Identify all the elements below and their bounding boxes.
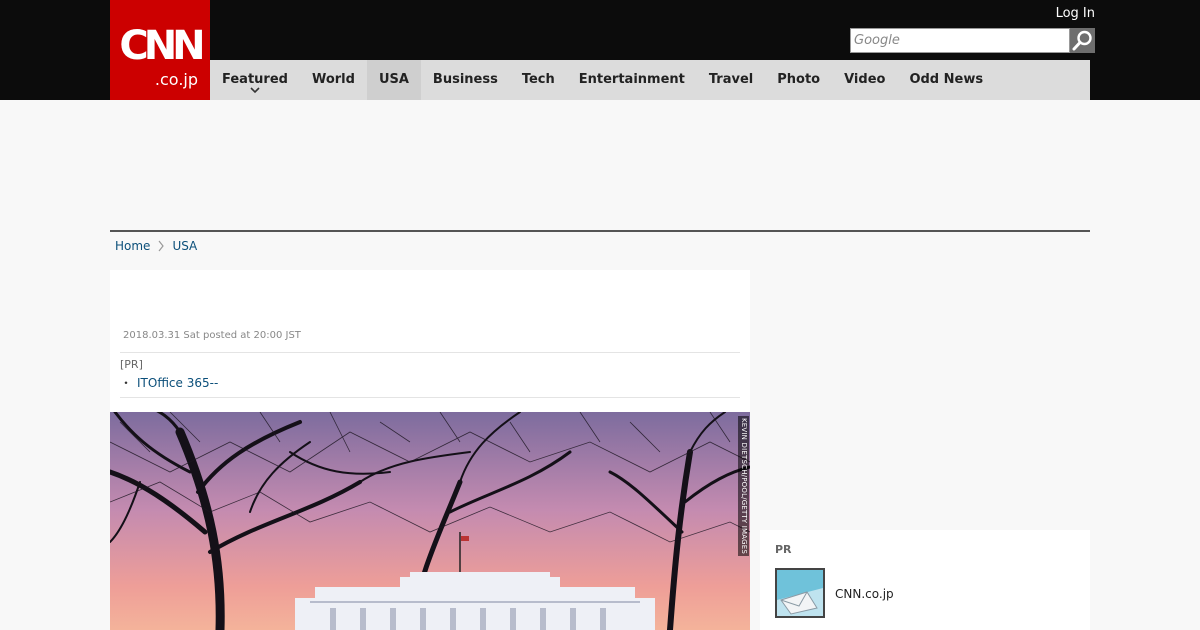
nav-item-usa[interactable]: USA xyxy=(366,60,421,100)
nav-item-label: Entertainment xyxy=(578,72,685,87)
header-divider xyxy=(110,230,1090,232)
pr-list-item: ・ ITOffice 365-- xyxy=(120,375,218,391)
nav-item-world[interactable]: World xyxy=(300,60,367,100)
breadcrumb-usa-link[interactable]: USA xyxy=(172,238,197,254)
sidebar-pr-title: PR xyxy=(775,543,792,556)
logo-wordmark: CNN xyxy=(119,23,205,69)
pr-label: [PR] xyxy=(120,358,143,371)
mail-image-icon xyxy=(777,570,823,616)
nav-item-tech[interactable]: Tech xyxy=(510,60,567,100)
pr-box: [PR] ・ ITOffice 365-- xyxy=(120,352,740,398)
nav-item-business[interactable]: Business xyxy=(421,60,510,100)
nav-item-label: World xyxy=(311,72,355,87)
sidebar-pr-item-text[interactable]: CNN.co.jp xyxy=(835,586,894,602)
sidebar-pr-box: PR CNN.co.jp xyxy=(760,530,1090,630)
nav-item-label: Odd News xyxy=(909,72,984,87)
nav-item-entertainment[interactable]: Entertainment xyxy=(567,60,697,100)
pr-link[interactable]: ITOffice 365-- xyxy=(137,376,218,390)
nav-item-video[interactable]: Video xyxy=(832,60,897,100)
search-icon xyxy=(1070,28,1095,53)
nav-item-label: Travel xyxy=(708,72,754,87)
nav-item-label: Photo xyxy=(777,72,821,87)
nav-item-label: Business xyxy=(432,72,498,87)
nav-item-featured[interactable]: Featured xyxy=(210,60,300,100)
site-header: CNN .co.jp Log In Featured World USA Bus… xyxy=(0,0,1200,100)
article-photo: KEVIN DIETSCH/POOL/GETTY IMAGES xyxy=(110,412,750,630)
logo-domain: .co.jp xyxy=(154,70,198,89)
sidebar-pr-thumbnail[interactable] xyxy=(775,568,825,618)
search-button[interactable] xyxy=(1070,28,1095,53)
search-input[interactable] xyxy=(850,28,1070,53)
main-nav: Featured World USA Business Tech Enterta… xyxy=(210,60,1090,100)
nav-item-travel[interactable]: Travel xyxy=(697,60,765,100)
photo-credit: KEVIN DIETSCH/POOL/GETTY IMAGES xyxy=(738,416,749,556)
breadcrumb: Home USA xyxy=(115,238,197,254)
nav-item-odd-news[interactable]: Odd News xyxy=(897,60,995,100)
chevron-down-icon xyxy=(250,87,260,94)
nav-item-photo[interactable]: Photo xyxy=(765,60,832,100)
nav-item-label: USA xyxy=(378,72,409,87)
chevron-right-icon xyxy=(158,240,165,252)
pr-bullet: ・ xyxy=(120,376,133,390)
breadcrumb-home-link[interactable]: Home xyxy=(115,238,150,254)
login-link[interactable]: Log In xyxy=(1056,6,1095,22)
nav-item-label: Video xyxy=(844,72,886,87)
nav-item-label: Tech xyxy=(521,72,555,87)
white-house-sunset-image xyxy=(110,412,750,630)
article-card: 2018.03.31 Sat posted at 20:00 JST [PR] … xyxy=(110,270,750,630)
post-timestamp: 2018.03.31 Sat posted at 20:00 JST xyxy=(123,330,301,341)
ad-banner-space xyxy=(110,100,1090,230)
cnn-logo[interactable]: CNN .co.jp xyxy=(110,0,210,100)
